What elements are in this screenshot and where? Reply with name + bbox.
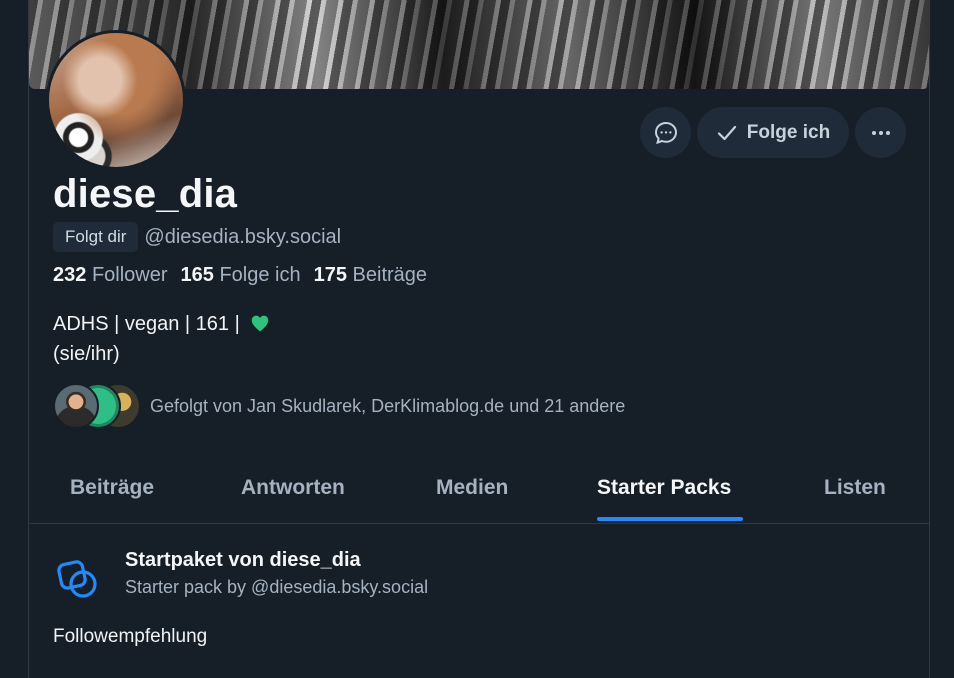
posts-stat: 175 Beiträge (314, 264, 427, 287)
following-stat[interactable]: 165 Folge ich (181, 264, 301, 287)
starter-pack-description: Followempfehlung (53, 626, 208, 647)
profile-bio: ADHS | vegan | 161 | (sie/ihr) (53, 309, 271, 369)
known-followers[interactable]: Gefolgt von Jan Skudlarek, DerKlimablog.… (53, 383, 625, 429)
following-label: Folge ich (219, 264, 301, 286)
following-button-label: Folge ich (746, 121, 831, 143)
starter-pack-title: Startpaket von diese_dia (125, 549, 361, 571)
bio-line-2: (sie/ihr) (53, 343, 120, 365)
tab-replies[interactable]: Antworten (241, 476, 345, 514)
followers-stat[interactable]: 232 Follower (53, 264, 168, 287)
tab-lists[interactable]: Listen (824, 476, 886, 514)
profile-stats: 232 Follower 165 Folge ich 175 Beiträge (53, 264, 427, 287)
known-followers-avatars (53, 383, 141, 429)
more-options-button[interactable] (855, 107, 906, 158)
followers-count: 232 (53, 264, 87, 286)
profile-column: Folge ich diese_dia Folgt dir @diesedia.… (28, 0, 930, 678)
green-heart-icon (252, 315, 269, 332)
starter-pack-subtitle: Starter pack by @diesedia.bsky.social (125, 577, 429, 597)
known-followers-text: Gefolgt von Jan Skudlarek, DerKlimablog.… (150, 395, 626, 416)
tab-posts[interactable]: Beiträge (70, 476, 154, 514)
tab-starter-packs[interactable]: Starter Packs (597, 476, 731, 514)
bio-line-1: ADHS | vegan | 161 | (53, 313, 240, 335)
profile-tabs: Beiträge Antworten Medien Starter Packs … (29, 466, 929, 524)
handle-row: Folgt dir @diesedia.bsky.social (53, 222, 341, 252)
active-tab-indicator (597, 517, 743, 521)
following-button[interactable]: Folge ich (697, 107, 849, 158)
display-name: diese_dia (53, 172, 238, 216)
followers-label: Follower (91, 264, 168, 286)
posts-count: 175 (313, 264, 347, 286)
tab-media[interactable]: Medien (436, 476, 508, 514)
profile-handle: @diesedia.bsky.social (144, 225, 342, 248)
avatar (53, 383, 99, 429)
starter-pack-icon (57, 560, 97, 598)
starter-pack-card[interactable]: Startpaket von diese_dia Starter pack by… (53, 549, 428, 605)
posts-label: Beiträge (352, 264, 428, 286)
profile-avatar[interactable] (46, 30, 186, 170)
message-button[interactable] (640, 107, 691, 158)
following-count: 165 (180, 264, 214, 286)
message-bubble-icon (654, 121, 677, 144)
checkmark-icon (717, 125, 736, 140)
starter-pack-text: Startpaket von diese_dia Starter pack by… (125, 549, 428, 605)
ellipsis-icon (871, 130, 890, 135)
follows-you-badge: Folgt dir (53, 222, 139, 252)
